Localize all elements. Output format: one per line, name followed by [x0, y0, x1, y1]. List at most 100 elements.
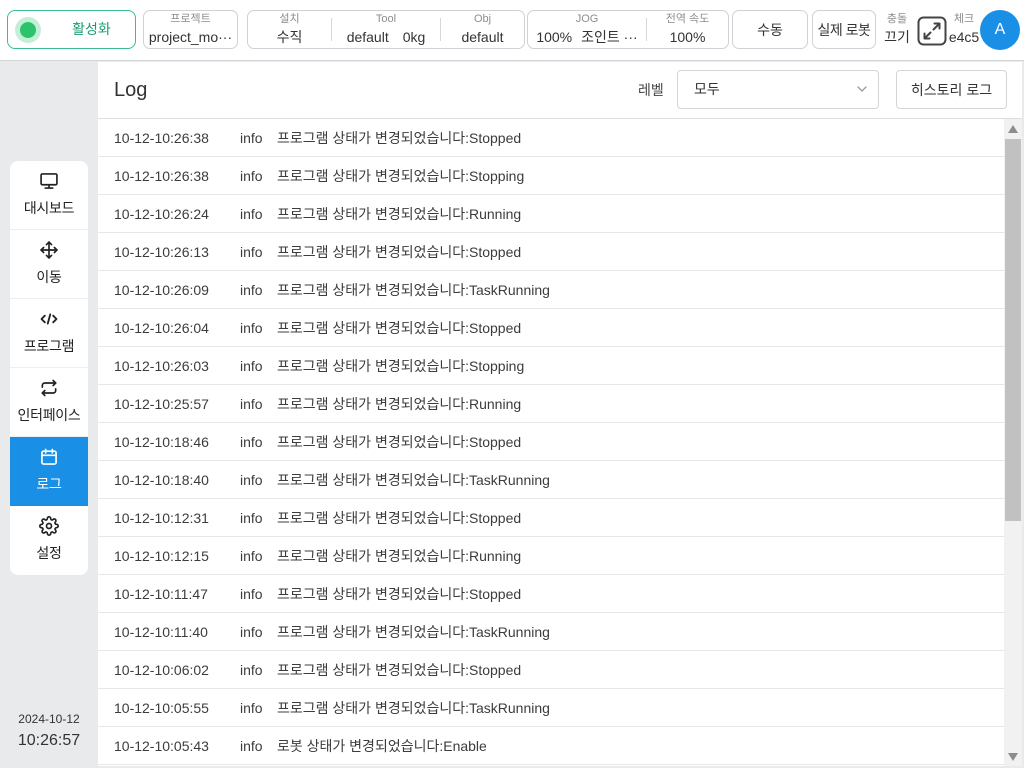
manual-mode-button[interactable]: 수동 [732, 10, 808, 49]
level-label: 레벨 [638, 82, 664, 98]
install-setting[interactable]: 설치 수직 [248, 11, 331, 48]
log-timestamp: 10-12-10:26:04 [114, 319, 209, 336]
log-timestamp: 10-12-10:26:38 [114, 129, 209, 146]
log-header: Log 레벨 모두 히스토리 로그 [98, 62, 1022, 119]
log-message: 프로그램 상태가 변경되었습니다:TaskRunning [277, 699, 550, 716]
log-level: info [240, 167, 263, 184]
log-row: 10-12-10:25:57 info 프로그램 상태가 변경되었습니다:Runni… [98, 385, 1004, 423]
log-timestamp: 10-12-10:11:40 [114, 623, 208, 640]
jog-setting[interactable]: JOG 100% 조인트 ··· [528, 11, 646, 48]
log-row: 10-12-10:05:43 info 로봇 상태가 변경되었습니다:Enable [98, 727, 1004, 765]
sidebar-item-label: 프로그램 [23, 338, 75, 354]
history-log-button[interactable]: 히스토리 로그 [896, 70, 1007, 109]
log-level: info [240, 737, 263, 754]
log-scrollbar[interactable] [1004, 119, 1022, 766]
collision-value: 끄기 [884, 29, 910, 45]
level-select-value: 모두 [694, 81, 720, 97]
log-level: info [240, 547, 263, 564]
log-timestamp: 10-12-10:05:43 [114, 737, 209, 754]
global-speed-setting[interactable]: 전역 속도 100% [647, 11, 728, 48]
log-row: 10-12-10:18:40 info 프로그램 상태가 변경되었습니다:TaskR… [98, 461, 1004, 499]
log-message: 프로그램 상태가 변경되었습니다:Stopped [277, 129, 522, 146]
log-message: 프로그램 상태가 변경되었습니다:Stopped [277, 433, 522, 450]
log-timestamp: 10-12-10:26:03 [114, 357, 209, 374]
log-row: 10-12-10:11:47 info 프로그램 상태가 변경되었습니다:Stopp… [98, 575, 1004, 613]
collision-status[interactable]: 충돌 끄기 [880, 10, 914, 49]
activate-button[interactable]: 활성화 [7, 10, 136, 49]
sidebar-item-label: 이동 [36, 269, 62, 285]
obj-setting[interactable]: Obj default [441, 11, 524, 48]
avatar[interactable]: A [980, 10, 1020, 50]
log-message: 프로그램 상태가 변경되었습니다:TaskRunning [277, 281, 550, 298]
code-icon [39, 309, 59, 329]
check-status[interactable]: 체크 e4c5 [947, 10, 981, 49]
log-timestamp: 10-12-10:26:24 [114, 205, 209, 222]
log-message: 프로그램 상태가 변경되었습니다:Stopped [277, 509, 522, 526]
log-level: info [240, 471, 263, 488]
log-level: info [240, 585, 263, 602]
sidebar-item-dashboard[interactable]: 대시보드 [10, 161, 88, 230]
log-level: info [240, 357, 263, 374]
log-level: info [240, 205, 263, 222]
log-timestamp: 10-12-10:26:13 [114, 243, 209, 260]
log-message: 프로그램 상태가 변경되었습니다:Stopping [277, 357, 525, 374]
level-select[interactable]: 모두 [677, 70, 879, 109]
speed-group: JOG 100% 조인트 ··· 전역 속도 100% [527, 10, 729, 49]
sidebar-item-move[interactable]: 이동 [10, 230, 88, 299]
move-icon [39, 240, 59, 260]
log-level: info [240, 319, 263, 336]
log-timestamp: 10-12-10:12:15 [114, 547, 209, 564]
install-value: 수직 [276, 29, 303, 45]
log-message: 프로그램 상태가 변경되었습니다:Stopped [277, 243, 522, 260]
log-row: 10-12-10:26:38 info 프로그램 상태가 변경되었습니다:Stopp… [98, 119, 1004, 157]
tool-setting[interactable]: Tool default 0kg [332, 11, 440, 48]
log-timestamp: 10-12-10:26:38 [114, 167, 209, 184]
scroll-up-arrow-icon[interactable] [1007, 124, 1019, 134]
log-list: 10-12-10:26:38 info 프로그램 상태가 변경되었습니다:Stopp… [98, 119, 1004, 766]
log-message: 프로그램 상태가 변경되었습니다:Stopped [277, 585, 522, 602]
sidebar-item-log[interactable]: 로그 [10, 437, 88, 506]
sidebar-item-interface[interactable]: 인터페이스 [10, 368, 88, 437]
log-level: info [240, 509, 263, 526]
log-timestamp: 10-12-10:11:47 [114, 585, 208, 602]
sidebar-item-label: 대시보드 [23, 200, 75, 216]
global-speed-value: 100% [669, 29, 706, 45]
log-row: 10-12-10:05:55 info 프로그램 상태가 변경되었습니다:TaskR… [98, 689, 1004, 727]
obj-label: Obj [473, 13, 492, 25]
expand-icon[interactable] [917, 16, 947, 46]
log-message: 프로그램 상태가 변경되었습니다:Running [277, 205, 522, 222]
log-timestamp: 10-12-10:12:31 [114, 509, 209, 526]
install-label: 설치 [279, 13, 300, 25]
tool-value: default 0kg [332, 29, 440, 46]
sidebar-item-program[interactable]: 프로그램 [10, 299, 88, 368]
log-message: 프로그램 상태가 변경되었습니다:TaskRunning [277, 471, 550, 488]
log-timestamp: 10-12-10:18:40 [114, 471, 209, 488]
log-row: 10-12-10:12:15 info 프로그램 상태가 변경되었습니다:Runni… [98, 537, 1004, 575]
clock-date: 2024-10-12 [18, 712, 80, 726]
log-row: 10-12-10:26:03 info 프로그램 상태가 변경되었습니다:Stopp… [98, 347, 1004, 385]
sidebar-nav: 대시보드 이동 프로그램 인터페이스 로그 설정 [10, 161, 88, 575]
installation-group: 설치 수직 Tool default 0kg Obj default [247, 10, 525, 49]
scrollbar-thumb[interactable] [1005, 139, 1021, 521]
log-level: info [240, 699, 263, 716]
tool-label: Tool [375, 13, 397, 25]
log-message: 프로그램 상태가 변경되었습니다:Stopping [277, 167, 525, 184]
collision-label: 충돌 [886, 13, 908, 25]
check-value: e4c5 [948, 29, 980, 45]
jog-value: 100% 조인트 ··· [528, 29, 646, 46]
log-level: info [240, 395, 263, 412]
scroll-down-arrow-icon[interactable] [1007, 752, 1019, 762]
log-timestamp: 10-12-10:18:46 [114, 433, 209, 450]
log-level: info [240, 243, 263, 260]
monitor-icon [39, 171, 59, 191]
real-robot-button[interactable]: 실제 로봇 [812, 10, 876, 49]
project-value: project_mo··· [148, 29, 233, 45]
gear-icon [39, 516, 59, 536]
log-row: 10-12-10:26:09 info 프로그램 상태가 변경되었습니다:TaskR… [98, 271, 1004, 309]
jog-label: JOG [575, 13, 599, 25]
log-row: 10-12-10:18:46 info 프로그램 상태가 변경되었습니다:Stopp… [98, 423, 1004, 461]
sidebar-item-settings[interactable]: 설정 [10, 506, 88, 575]
tool-weight: 0kg [402, 29, 426, 45]
log-level: info [240, 281, 263, 298]
project-selector[interactable]: 프로젝트 project_mo··· [143, 10, 238, 49]
